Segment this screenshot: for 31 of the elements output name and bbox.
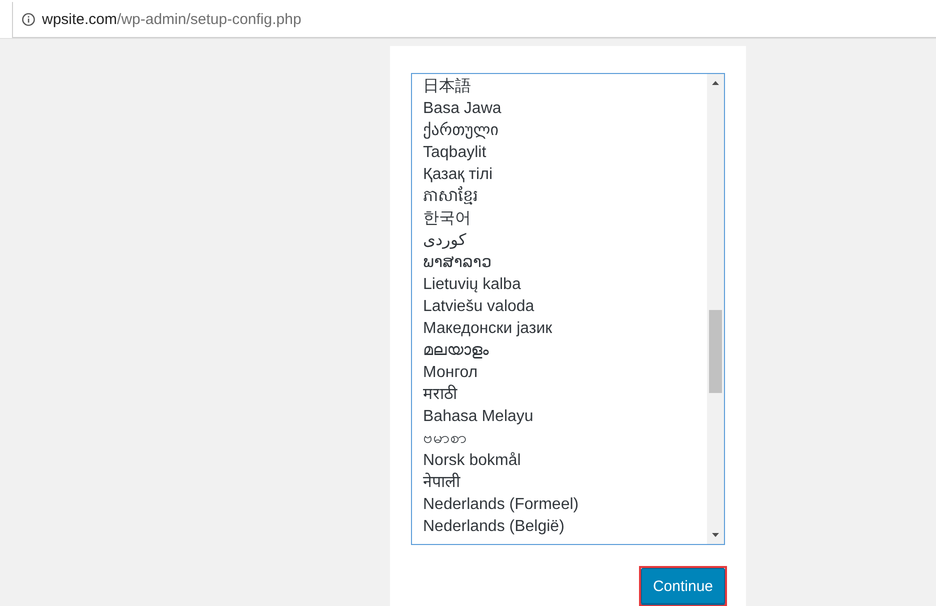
scroll-up-arrow-icon[interactable]: [712, 81, 719, 85]
language-option[interactable]: كوردی: [423, 230, 466, 252]
language-option[interactable]: Nederlands (België): [423, 516, 564, 538]
language-option[interactable]: Nederlands (Formeel): [423, 494, 579, 516]
language-option[interactable]: Basa Jawa: [423, 98, 502, 120]
language-option[interactable]: Қазақ тілі: [423, 164, 492, 186]
language-option[interactable]: नेपाली: [423, 472, 460, 494]
language-option[interactable]: Norsk bokmål: [423, 450, 521, 472]
language-option[interactable]: Latviešu valoda: [423, 296, 534, 318]
scroll-down-arrow-icon[interactable]: [712, 533, 719, 537]
address-field[interactable]: wpsite.com/wp-admin/setup-config.php: [12, 2, 936, 38]
language-option[interactable]: मराठी: [423, 384, 457, 406]
scrollbar-thumb[interactable]: [709, 310, 722, 393]
url-host: wpsite.com: [42, 11, 118, 28]
scrollbar[interactable]: [707, 74, 724, 544]
language-option[interactable]: മലയാളം: [423, 340, 489, 362]
continue-button[interactable]: Continue: [640, 568, 725, 604]
language-option[interactable]: ພາສາລາວ: [423, 252, 492, 274]
language-option[interactable]: ភាសាខ្មែរ: [423, 186, 478, 208]
language-option[interactable]: 日本語: [423, 76, 471, 98]
language-option[interactable]: Lietuvių kalba: [423, 274, 521, 296]
language-option[interactable]: ဗမာစာ: [423, 428, 467, 450]
language-option[interactable]: ქართული: [423, 120, 499, 142]
language-option[interactable]: Taqbaylit: [423, 142, 486, 164]
language-option[interactable]: Монгол: [423, 362, 478, 384]
language-option[interactable]: Bahasa Melayu: [423, 406, 534, 428]
language-listbox[interactable]: [411, 73, 725, 545]
url-path: /wp-admin/setup-config.php: [117, 11, 302, 28]
info-icon[interactable]: [22, 13, 35, 26]
language-option[interactable]: 한국어: [423, 208, 471, 230]
language-option[interactable]: Македонски јазик: [423, 318, 552, 340]
